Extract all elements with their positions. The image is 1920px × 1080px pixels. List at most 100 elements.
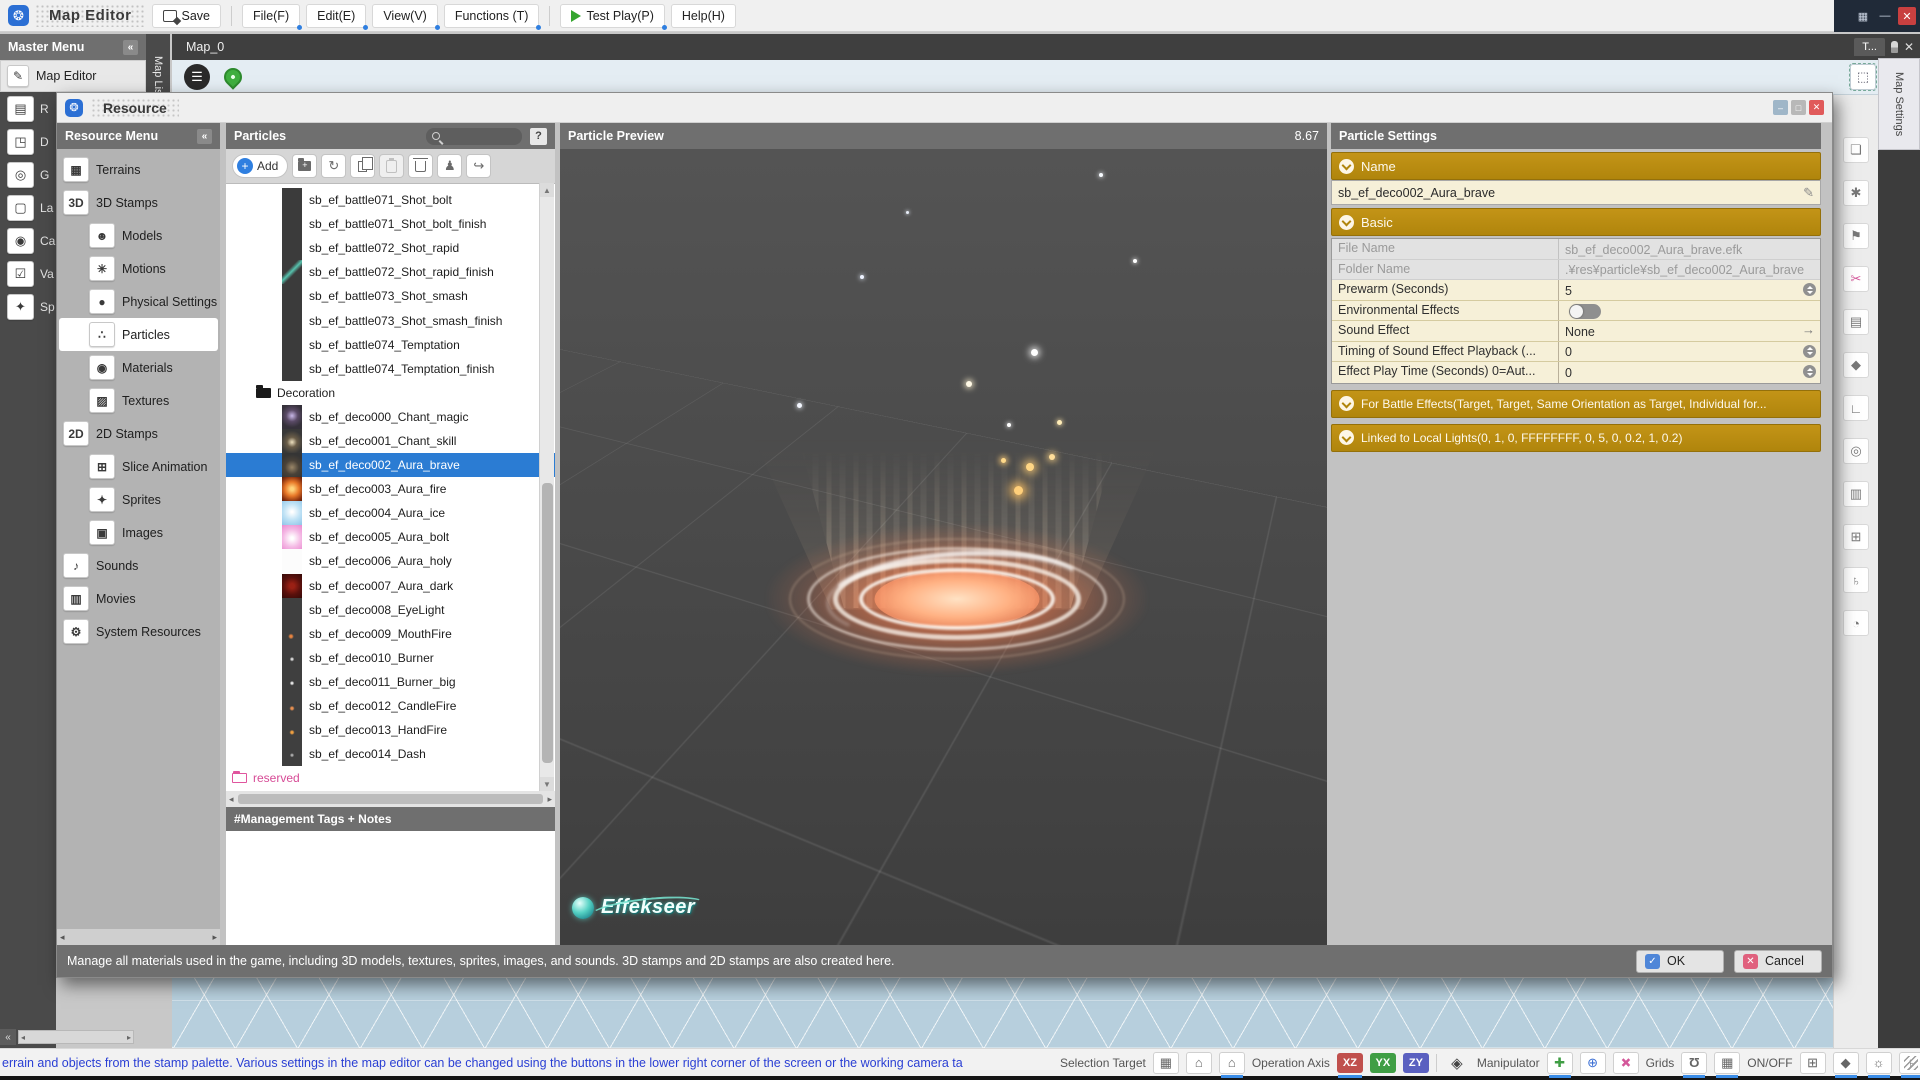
setting-value[interactable]: sb_ef_deco002_Aura_brave.efk → xyxy=(1559,239,1820,259)
dock-tool-icon[interactable]: ✂ xyxy=(1843,266,1869,292)
dock-tool-icon[interactable]: ✱ xyxy=(1843,180,1869,206)
marquee-select-icon[interactable]: ⬚ xyxy=(1850,64,1876,90)
basic-section-header[interactable]: Basic xyxy=(1331,208,1821,236)
dock-tool-icon[interactable]: ▤ xyxy=(1843,309,1869,335)
settings-row[interactable]: Folder Name .¥res¥particle¥sb_ef_deco002… xyxy=(1332,260,1820,281)
setting-value[interactable]: 0 → xyxy=(1559,362,1820,383)
particle-list-item[interactable]: sb_ef_battle071_Shot_bolt xyxy=(226,188,555,212)
particle-list-item[interactable]: sb_ef_battle072_Shot_rapid_finish xyxy=(226,260,555,284)
toolbar-item[interactable]: ▦ xyxy=(1714,1052,1740,1074)
particle-list-vscrollbar[interactable]: ▲ ▼ xyxy=(539,183,554,791)
particle-list-item[interactable]: sb_ef_deco010_Burner xyxy=(226,646,555,670)
dialog-close-icon[interactable]: ✕ xyxy=(1809,100,1824,115)
edit-pencil-icon[interactable]: ✎ xyxy=(1803,185,1814,201)
scroll-left-icon[interactable]: ◂ xyxy=(60,932,65,943)
dock-item[interactable]: ◉ Ca xyxy=(7,228,56,254)
help-menu-item[interactable]: Help(H) xyxy=(671,4,736,28)
close-window-icon[interactable]: ✕ xyxy=(1898,7,1916,25)
toolbar-item[interactable]: ⊞ xyxy=(1800,1052,1826,1074)
resource-menu-item[interactable]: ⚙ System Resources xyxy=(59,615,218,648)
ok-button[interactable]: ✓ OK xyxy=(1636,950,1724,973)
resource-menu-item[interactable]: ∴ Particles xyxy=(59,318,218,351)
dock-tool-icon[interactable]: ◎ xyxy=(1843,438,1869,464)
toggle-switch[interactable] xyxy=(1569,304,1601,319)
settings-banner[interactable]: For Battle Effects(Target, Target, Same … xyxy=(1331,390,1821,418)
particle-list-item[interactable]: sb_ef_deco013_HandFire xyxy=(226,718,555,742)
setting-value[interactable]: → xyxy=(1559,301,1820,321)
preview-viewport[interactable]: Effekseer xyxy=(560,149,1327,945)
dock-tool-icon[interactable]: ▥ xyxy=(1843,481,1869,507)
particle-list-item[interactable]: sb_ef_battle071_Shot_bolt_finish xyxy=(226,212,555,236)
dock-tool-icon[interactable]: ◔ xyxy=(1843,610,1869,636)
particle-list-item[interactable]: sb_ef_deco008_EyeLight xyxy=(226,598,555,622)
add-folder-button[interactable]: + xyxy=(292,154,317,178)
resource-menu-scrollbar[interactable]: ◂ ▸ xyxy=(57,929,220,945)
particle-list-item[interactable]: sb_ef_deco004_Aura_ice xyxy=(226,501,555,525)
dock-tool-icon[interactable]: ∟ xyxy=(1843,395,1869,421)
dock-tool-icon[interactable]: ⊞ xyxy=(1843,524,1869,550)
setting-value[interactable]: .¥res¥particle¥sb_ef_deco002_Aura_brave … xyxy=(1559,260,1820,280)
resource-menu-item[interactable]: ⊞ Slice Animation xyxy=(59,450,218,483)
settings-row[interactable]: File Name sb_ef_deco002_Aura_brave.efk → xyxy=(1332,239,1820,260)
tab-truncated[interactable]: T... xyxy=(1854,38,1885,56)
stamp-button[interactable]: ♟ xyxy=(437,154,462,178)
help-button[interactable]: ? xyxy=(530,128,547,145)
spinner-icon[interactable] xyxy=(1803,283,1816,296)
map-settings-tab[interactable]: Map Settings xyxy=(1878,58,1920,150)
menu-item[interactable]: Edit(E) xyxy=(306,4,366,28)
dock-item[interactable]: ▤ R xyxy=(7,96,56,122)
particle-list-item[interactable]: sb_ef_deco007_Aura_dark xyxy=(226,574,555,598)
resize-grip[interactable] xyxy=(1904,1056,1918,1070)
resource-menu-item[interactable]: ▣ Images xyxy=(59,516,218,549)
setting-value[interactable]: 5 → xyxy=(1559,280,1820,300)
menu-item[interactable]: File(F) xyxy=(242,4,300,28)
dock-tool-icon[interactable]: ◆ xyxy=(1843,352,1869,378)
start-point-pin-icon[interactable] xyxy=(220,64,245,89)
scroll-left-icon[interactable]: ◂ xyxy=(21,1033,25,1042)
dialog-minimize-icon[interactable]: – xyxy=(1773,100,1788,115)
toolbar-item[interactable]: ZY xyxy=(1403,1053,1429,1073)
settings-banner[interactable]: Linked to Local Lights(0, 1, 0, FFFFFFFF… xyxy=(1331,424,1821,452)
resource-menu-item[interactable]: ◉ Materials xyxy=(59,351,218,384)
paste-button[interactable] xyxy=(379,154,404,178)
particle-list-item[interactable]: reserved xyxy=(226,766,555,790)
particle-list-item[interactable]: Decoration xyxy=(226,381,555,405)
tab-map-0[interactable]: Map_0 xyxy=(172,40,238,54)
particle-list-hscrollbar[interactable]: ◂ ▸ xyxy=(226,791,555,807)
toolbar-item[interactable]: ✚ xyxy=(1613,1052,1639,1074)
scroll-down-icon[interactable]: ▼ xyxy=(540,777,554,791)
settings-row[interactable]: Effect Play Time (Seconds) 0=Aut... 0 → xyxy=(1332,362,1820,383)
particle-list-item[interactable]: sb_ef_deco001_Chant_skill xyxy=(226,429,555,453)
resource-menu-item[interactable]: 2D 2D Stamps xyxy=(59,417,218,450)
toolbar-item[interactable]: ✚ xyxy=(1547,1052,1573,1074)
particle-list-item[interactable]: sb_ef_battle073_Shot_smash xyxy=(226,284,555,308)
dock-tool-icon[interactable]: ⚑ xyxy=(1843,223,1869,249)
scroll-right-icon[interactable]: ▸ xyxy=(212,932,217,943)
toolbar-item[interactable]: ◆ xyxy=(1833,1052,1859,1074)
settings-row[interactable]: Sound Effect None → xyxy=(1332,321,1820,342)
scroll-left-icon[interactable]: ◂ xyxy=(229,794,234,805)
particle-list-item[interactable]: sb_ef_deco002_Aura_brave xyxy=(226,453,555,477)
toolbar-item[interactable]: ◈ xyxy=(1444,1052,1470,1074)
particle-list-item[interactable]: sb_ef_battle073_Shot_smash_finish xyxy=(226,308,555,332)
settings-row[interactable]: Prewarm (Seconds) 5 → xyxy=(1332,280,1820,301)
dock-item[interactable]: ✦ Sp xyxy=(7,294,56,320)
particle-list-item[interactable]: sb_ef_deco000_Chant_magic xyxy=(226,405,555,429)
dock-item[interactable]: ◳ D xyxy=(7,129,56,155)
resource-menu-item[interactable]: ♪ Sounds xyxy=(59,549,218,582)
particle-list-item[interactable]: sb_ef_deco009_MouthFire xyxy=(226,622,555,646)
spinner-icon[interactable] xyxy=(1803,345,1816,358)
resource-menu-item[interactable]: ▦ Terrains xyxy=(59,153,218,186)
search-input[interactable] xyxy=(426,128,522,145)
refresh-button[interactable]: ↻ xyxy=(321,154,346,178)
setting-value[interactable]: None → xyxy=(1559,321,1820,341)
ime-icon[interactable]: ▦ xyxy=(1854,7,1872,25)
dock-tool-icon[interactable]: ♄ xyxy=(1843,567,1869,593)
minimize-icon[interactable]: — xyxy=(1876,7,1894,25)
resource-menu-item[interactable]: 3D 3D Stamps xyxy=(59,186,218,219)
toolbar-item[interactable]: ⌂ xyxy=(1219,1052,1245,1074)
dock-item[interactable]: ▢ La xyxy=(7,195,56,221)
export-button[interactable]: ↪ xyxy=(466,154,491,178)
dock-tool-icon[interactable]: ❏ xyxy=(1843,137,1869,163)
toolbar-item[interactable]: XZ xyxy=(1337,1053,1363,1073)
